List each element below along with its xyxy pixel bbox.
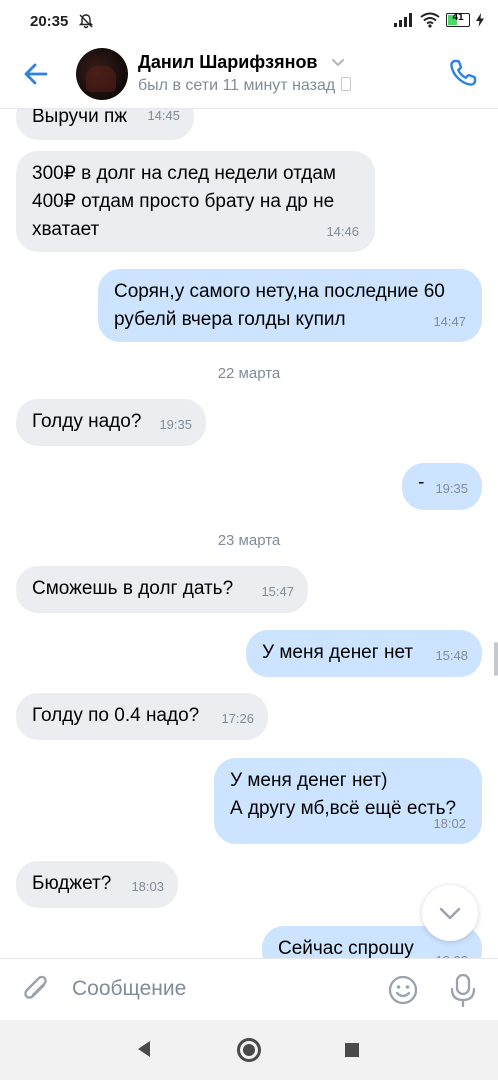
nav-back-icon[interactable]	[136, 1040, 152, 1058]
message-text: Сможешь в долг дать?	[32, 578, 234, 599]
date-separator: 23 марта	[217, 532, 281, 549]
nav-home-icon[interactable]	[237, 1038, 261, 1062]
message-list[interactable]: Выручи пж 14:45 300₽ в долг на след неде…	[0, 108, 498, 958]
status-bar: 20:35 41	[0, 0, 498, 44]
date-separator: 22 марта	[217, 365, 281, 382]
signal-icon	[394, 13, 412, 27]
message-time: 18:02	[433, 816, 466, 831]
charging-icon	[476, 13, 484, 27]
message-text: Выручи пж	[32, 108, 127, 127]
message-time: 15:48	[435, 648, 468, 663]
message-text: 300₽ в долг на след недели отдам 400₽ от…	[32, 163, 336, 240]
message-time: 15:47	[261, 584, 294, 599]
microphone-icon[interactable]	[446, 972, 480, 1008]
status-time: 20:35	[30, 13, 69, 30]
message-incoming[interactable]: Голду по 0.4 надо? 17:26	[16, 693, 268, 740]
bell-muted-icon	[78, 14, 94, 29]
nav-recents-icon[interactable]	[345, 1043, 359, 1057]
smile-icon[interactable]	[386, 973, 420, 1007]
message-time: 19:35	[435, 481, 468, 496]
battery-icon: 41	[446, 12, 470, 27]
chevron-down-icon[interactable]	[330, 54, 346, 70]
message-incoming[interactable]: Бюджет? 18:03	[16, 861, 178, 908]
message-text: -	[418, 472, 425, 493]
message-time: 19:35	[159, 417, 192, 432]
message-time: 18:03	[131, 879, 164, 894]
message-text: Голду по 0.4 надо?	[32, 705, 200, 726]
message-text: Голду надо?	[32, 411, 142, 432]
message-outgoing[interactable]: У меня денег нет 15:48	[246, 630, 482, 677]
mobile-device-icon	[341, 77, 352, 91]
message-time: 17:26	[221, 711, 254, 726]
message-time: 18:03	[435, 947, 468, 958]
message-time: 14:47	[433, 314, 466, 329]
message-outgoing[interactable]: Сорян,у самого нету,на последние 60 рубе…	[98, 269, 482, 342]
paperclip-icon[interactable]	[20, 973, 54, 1007]
message-input[interactable]	[72, 969, 372, 1009]
message-outgoing[interactable]: У меня денег нет) А другу мб,всё ещё ест…	[214, 758, 482, 844]
message-time: 14:45	[147, 108, 180, 123]
arrow-left-icon[interactable]	[20, 58, 52, 90]
battery-level: 41	[452, 12, 464, 23]
contact-status-text: был в сети 11 минут назад	[138, 77, 336, 94]
message-incoming[interactable]: Голду надо? 19:35	[16, 399, 206, 446]
chat-header: Данил Шарифзянов был в сети 11 минут наз…	[0, 44, 498, 109]
message-text: Сейчас спрошу	[278, 938, 414, 958]
contact-status: был в сети 11 минут назад	[138, 77, 352, 95]
phone-icon[interactable]	[446, 56, 480, 90]
message-text: У меня денег нет) А другу мб,всё ещё ест…	[230, 770, 457, 819]
message-text: Бюджет?	[32, 873, 112, 894]
system-nav-bar	[0, 1020, 498, 1080]
message-incoming[interactable]: Сможешь в долг дать? 15:47	[16, 566, 308, 613]
message-text: У меня денег нет	[262, 642, 414, 663]
scrollbar[interactable]	[494, 642, 498, 676]
avatar[interactable]	[76, 48, 128, 100]
message-composer	[0, 958, 498, 1021]
chevron-down-icon	[439, 907, 461, 920]
scroll-down-button[interactable]	[422, 885, 478, 941]
message-outgoing[interactable]: - 19:35	[402, 463, 482, 510]
message-text: Сорян,у самого нету,на последние 60 рубе…	[114, 281, 445, 330]
message-incoming[interactable]: Выручи пж 14:45	[16, 108, 194, 140]
contact-name[interactable]: Данил Шарифзянов	[138, 52, 318, 73]
message-incoming[interactable]: 300₽ в долг на след недели отдам 400₽ от…	[16, 151, 375, 252]
wifi-icon	[420, 12, 440, 28]
message-time: 14:46	[326, 224, 359, 239]
